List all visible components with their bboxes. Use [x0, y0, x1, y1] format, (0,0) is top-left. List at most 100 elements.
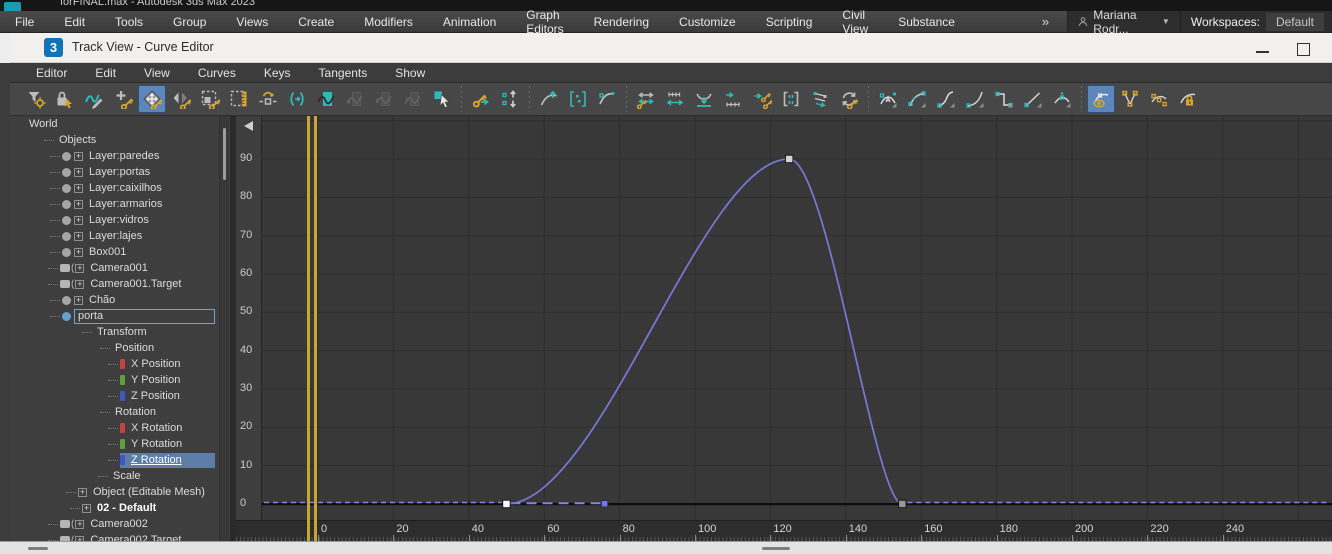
expand-icon[interactable]: +: [75, 279, 85, 289]
tangent-spline-button[interactable]: [903, 85, 931, 113]
track-y-position[interactable]: Y Position: [10, 372, 230, 388]
app-menu-rendering[interactable]: Rendering: [579, 11, 664, 32]
maximize-button[interactable]: [1297, 43, 1310, 56]
expand-icon[interactable]: +: [78, 487, 87, 497]
expand-icon[interactable]: +: [75, 263, 85, 273]
editor-menu-editor[interactable]: Editor: [22, 63, 81, 82]
app-menu-views[interactable]: Views: [221, 11, 283, 32]
track-layer-paredes[interactable]: + Layer:paredes: [10, 148, 230, 164]
expand-icon[interactable]: +: [74, 247, 83, 257]
app-menu-modifiers[interactable]: Modifiers: [349, 11, 428, 32]
expand-icon[interactable]: +: [74, 231, 83, 241]
track-camera002-target[interactable]: (+ Camera002.Target: [10, 532, 230, 541]
slide-keys-button[interactable]: [167, 85, 195, 113]
app-menu-customize[interactable]: Customize: [664, 11, 751, 32]
app-menu-civil-view[interactable]: Civil View: [827, 8, 883, 36]
tangent-handle[interactable]: [600, 500, 609, 508]
move-vertical-button[interactable]: [496, 85, 524, 113]
app-menu-group[interactable]: Group: [158, 11, 221, 32]
curve-handle-button[interactable]: [593, 85, 621, 113]
app-menu-tools[interactable]: Tools: [100, 11, 158, 32]
track-position[interactable]: Position: [10, 340, 230, 356]
track-box001[interactable]: + Box001: [10, 244, 230, 260]
tangent-smooth-button[interactable]: [1048, 85, 1076, 113]
space-keys-button[interactable]: [719, 85, 747, 113]
tangent-step-button[interactable]: [990, 85, 1018, 113]
expand-icon[interactable]: +: [74, 183, 83, 193]
time-slider-line-left[interactable]: [307, 116, 310, 541]
add-keys-button[interactable]: [109, 85, 137, 113]
scale-values-button[interactable]: [225, 85, 253, 113]
editor-menu-edit[interactable]: Edit: [81, 63, 130, 82]
align-horizontal-button[interactable]: [661, 85, 689, 113]
menu-overflow-chevrons[interactable]: »: [1030, 11, 1061, 32]
align-brackets-button[interactable]: [564, 85, 592, 113]
expand-icon[interactable]: +: [74, 199, 83, 209]
app-menu-scripting[interactable]: Scripting: [751, 11, 828, 32]
trackview-window-icon[interactable]: 3: [44, 38, 63, 57]
editor-menu-view[interactable]: View: [130, 63, 184, 82]
curve-rect-3-button[interactable]: [399, 85, 427, 113]
track-x-position[interactable]: X Position: [10, 356, 230, 372]
track-z-position[interactable]: Z Position: [10, 388, 230, 404]
user-account-widget[interactable]: Mariana Rodr... ▼: [1067, 8, 1180, 36]
app-menu-edit[interactable]: Edit: [49, 11, 100, 32]
workspace-selector[interactable]: Default: [1265, 12, 1324, 31]
app-menu-animation[interactable]: Animation: [428, 11, 511, 32]
animation-key-2[interactable]: [784, 154, 794, 164]
editor-menu-curves[interactable]: Curves: [184, 63, 250, 82]
curve-rect-2-button[interactable]: [370, 85, 398, 113]
expand-icon[interactable]: +: [74, 295, 83, 305]
curve-plot-svg[interactable]: [262, 116, 1332, 520]
animation-key-1-selected[interactable]: [502, 499, 511, 509]
track-ch-o[interactable]: + Chão: [10, 292, 230, 308]
tree-hscroll-thumb[interactable]: [28, 547, 48, 550]
minimize-button[interactable]: [1256, 51, 1269, 53]
lock-selection-button[interactable]: [51, 85, 79, 113]
region-keys-button[interactable]: [777, 85, 805, 113]
expand-icon[interactable]: +: [74, 151, 83, 161]
show-tangents-button[interactable]: [1087, 85, 1115, 113]
curve-plot[interactable]: [262, 116, 1332, 520]
draw-curves-button[interactable]: [80, 85, 108, 113]
app-menu-create[interactable]: Create: [283, 11, 349, 32]
track-layer-vidros[interactable]: + Layer:vidros: [10, 212, 230, 228]
track-camera001[interactable]: (+ Camera001: [10, 260, 230, 276]
scale-keys-button[interactable]: [196, 85, 224, 113]
track-porta[interactable]: porta: [10, 308, 230, 324]
retime-tool-button[interactable]: [254, 85, 282, 113]
select-keys-button[interactable]: [428, 85, 456, 113]
lock-tangents-button[interactable]: [1174, 85, 1202, 113]
track-layer-lajes[interactable]: + Layer:lajes: [10, 228, 230, 244]
expand-icon[interactable]: +: [82, 503, 91, 513]
editor-menu-show[interactable]: Show: [381, 63, 439, 82]
track-layer-portas[interactable]: + Layer:portas: [10, 164, 230, 180]
track-transform[interactable]: Transform: [10, 324, 230, 340]
track-object-editable-mesh[interactable]: + Object (Editable Mesh): [10, 484, 230, 500]
track-layer-armarios[interactable]: + Layer:armarios: [10, 196, 230, 212]
editor-menu-tangents[interactable]: Tangents: [305, 63, 382, 82]
stretch-keys-button[interactable]: [632, 85, 660, 113]
track-world[interactable]: World: [10, 116, 230, 132]
expand-icon[interactable]: +: [74, 215, 83, 225]
track-camera002[interactable]: (+ Camera002: [10, 516, 230, 532]
break-tangents-button[interactable]: [1116, 85, 1144, 113]
expand-icon[interactable]: +: [74, 167, 83, 177]
move-keys-button[interactable]: [138, 85, 166, 113]
expand-icon[interactable]: +: [75, 519, 85, 529]
slide-region-button[interactable]: [806, 85, 834, 113]
tangent-slow-button[interactable]: [961, 85, 989, 113]
track-rotation[interactable]: Rotation: [10, 404, 230, 420]
tree-vertical-scrollbar[interactable]: [219, 116, 229, 541]
snap-key-button[interactable]: [467, 85, 495, 113]
unify-tangents-button[interactable]: [1145, 85, 1173, 113]
tangent-auto-button[interactable]: [874, 85, 902, 113]
app-menu-substance[interactable]: Substance: [883, 11, 970, 32]
app-menu-graph-editors[interactable]: Graph Editors: [511, 8, 578, 36]
time-ruler[interactable]: 0 20 40 60 80 100 120 140 160 180 200 220 240: [236, 520, 1332, 541]
retimer-button[interactable]: [283, 85, 311, 113]
curve-rect-1-button[interactable]: [341, 85, 369, 113]
snap-to-keys-button[interactable]: [748, 85, 776, 113]
tangent-linear-button[interactable]: [1019, 85, 1047, 113]
app-menu-file[interactable]: File: [0, 11, 49, 32]
